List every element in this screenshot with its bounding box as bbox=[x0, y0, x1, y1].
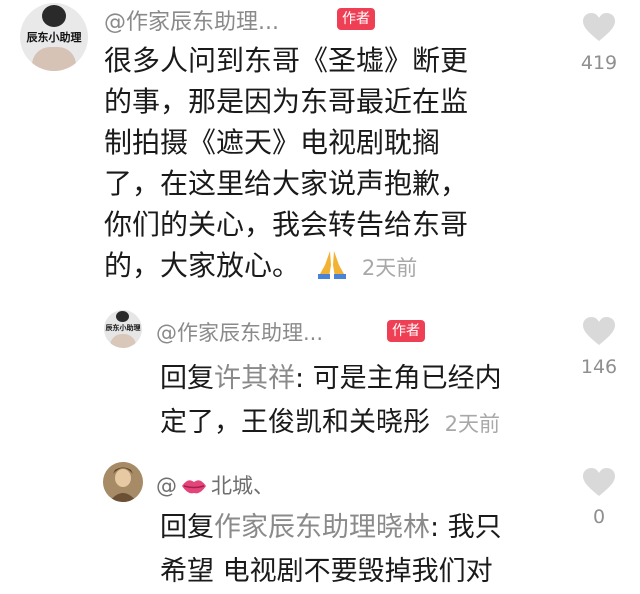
reply-line: 定了，王俊凯和关晓彤 2天前 bbox=[160, 401, 570, 446]
reply-timestamp: 2天前 bbox=[444, 412, 500, 436]
comment-line-text: 的，大家放心。 bbox=[104, 249, 301, 282]
like-heart-icon[interactable] bbox=[582, 316, 616, 350]
avatar[interactable]: 辰东小助理 bbox=[20, 3, 88, 71]
comment-username[interactable]: @作家辰东助理... bbox=[104, 4, 279, 36]
avatar[interactable]: 辰东小助理 bbox=[104, 310, 142, 348]
like-count: 0 bbox=[592, 506, 606, 528]
like-heart-icon[interactable] bbox=[582, 467, 616, 501]
author-badge: 作者 bbox=[337, 8, 375, 30]
reply-line-text: 定了，王俊凯和关晓彤 bbox=[160, 407, 430, 438]
avatar-caption: 辰东小助理 bbox=[26, 31, 82, 44]
avatar-caption: 辰东小助理 bbox=[105, 324, 141, 332]
reply-prefix: 回复 bbox=[160, 512, 214, 543]
reply-line-text: : 可是主角已经内 bbox=[295, 363, 502, 394]
mention-link[interactable]: 作家辰东助理晓林 bbox=[214, 512, 430, 543]
username-text: 北城、 bbox=[211, 474, 274, 498]
reply-username[interactable]: @ 北城、 bbox=[156, 470, 274, 501]
like-heart-icon[interactable] bbox=[582, 12, 616, 46]
author-badge: 作者 bbox=[387, 320, 425, 342]
like-count: 146 bbox=[580, 356, 618, 378]
comment-line: 制拍摄《遮天》电视剧耽搁 bbox=[104, 126, 441, 159]
avatar-body bbox=[32, 47, 76, 71]
reply-line: 希望 电视剧不要毁掉我们对 bbox=[160, 550, 570, 594]
reply-line-text: 希望 电视剧不要毁掉我们对 bbox=[160, 556, 493, 587]
like-count: 419 bbox=[580, 52, 618, 74]
reply-text: 回复作家辰东助理晓林: 我只 希望 电视剧不要毁掉我们对 bbox=[160, 506, 570, 594]
reply-username[interactable]: @作家辰东助理... bbox=[156, 317, 323, 347]
reply-line: 回复作家辰东助理晓林: 我只 bbox=[160, 506, 570, 550]
avatar-body bbox=[110, 334, 136, 348]
mention-link[interactable]: 许其祥 bbox=[214, 363, 295, 394]
reply-line-text: : 我只 bbox=[430, 512, 502, 543]
avatar-hair bbox=[42, 5, 66, 27]
comment-text: 很多人问到东哥《圣墟》断更 的事，那是因为东哥最近在监 制拍摄《遮天》电视剧耽搁… bbox=[104, 40, 544, 290]
avatar-hair bbox=[116, 311, 129, 322]
comment-line: 的，大家放心。 2天前 bbox=[104, 245, 544, 290]
reply-prefix: 回复 bbox=[160, 363, 214, 394]
folded-hands-icon bbox=[315, 249, 349, 290]
username-at: @ bbox=[156, 474, 177, 498]
avatar[interactable] bbox=[103, 462, 143, 502]
comment-line: 你们的关心，我会转告给东哥 bbox=[104, 208, 469, 241]
reply-line: 回复许其祥: 可是主角已经内 bbox=[160, 357, 570, 401]
comment-line: 了，在这里给大家说声抱歉， bbox=[104, 167, 469, 200]
avatar-portrait bbox=[103, 462, 143, 502]
comment-line: 的事，那是因为东哥最近在监 bbox=[104, 85, 469, 118]
reply-text: 回复许其祥: 可是主角已经内 定了，王俊凯和关晓彤 2天前 bbox=[160, 357, 570, 446]
comment-timestamp: 2天前 bbox=[361, 256, 418, 280]
comment-line: 很多人问到东哥《圣墟》断更 bbox=[104, 44, 469, 77]
lips-icon bbox=[180, 476, 208, 501]
